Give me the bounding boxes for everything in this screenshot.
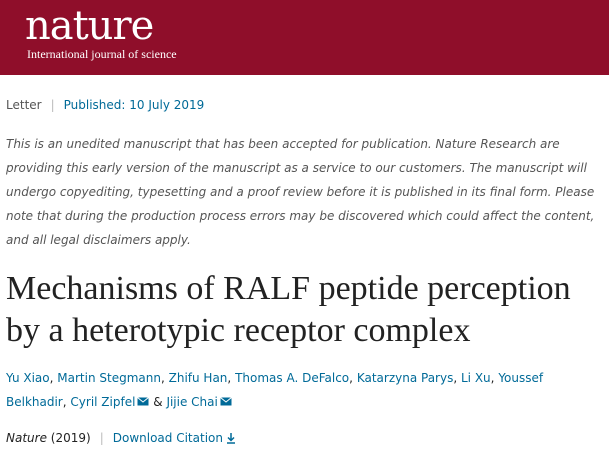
title-line-1: Mechanisms of RALF peptide perception bbox=[6, 270, 571, 307]
article-meta: Letter | Published: 10 July 2019 bbox=[6, 96, 204, 114]
author-list: Yu Xiao, Martin Stegmann, Zhifu Han, Tho… bbox=[6, 366, 606, 414]
published-date: Published: 10 July 2019 bbox=[63, 98, 205, 112]
author-separator: , bbox=[49, 371, 54, 385]
mail-icon[interactable] bbox=[137, 397, 150, 406]
article-title: Mechanisms of RALF peptide perception by… bbox=[6, 268, 606, 352]
author-separator: , bbox=[453, 371, 458, 385]
author-separator: , bbox=[160, 371, 165, 385]
download-citation-label: Download Citation bbox=[112, 431, 223, 445]
author-link[interactable]: Martin Stegmann bbox=[57, 371, 161, 385]
journal-tagline: International journal of science bbox=[27, 47, 177, 61]
nature-logo[interactable]: nature bbox=[25, 2, 154, 50]
author-link[interactable]: Cyril Zipfel bbox=[70, 395, 135, 409]
citation-row: Nature (2019) | Download Citation bbox=[6, 428, 236, 448]
article-type: Letter bbox=[6, 98, 42, 112]
download-icon bbox=[226, 432, 235, 444]
author-separator: , bbox=[227, 371, 232, 385]
author-link[interactable]: Li Xu bbox=[461, 371, 491, 385]
author-separator: , bbox=[349, 371, 353, 385]
author-separator: , bbox=[62, 395, 67, 409]
author-link[interactable]: Katarzyna Parys bbox=[357, 371, 454, 385]
masthead: nature International journal of science bbox=[0, 0, 609, 75]
author-link[interactable]: Jijie Chai bbox=[166, 395, 217, 409]
author-separator: , bbox=[490, 371, 495, 385]
meta-separator: | bbox=[50, 98, 55, 112]
manuscript-disclaimer: This is an unedited manuscript that has … bbox=[6, 137, 595, 247]
author-link[interactable]: Zhifu Han bbox=[169, 371, 228, 385]
mail-icon[interactable] bbox=[220, 397, 232, 406]
title-line-2: by a heterotypic receptor complex bbox=[6, 312, 471, 349]
publication-year: (2019) bbox=[50, 431, 91, 445]
journal-name: Nature bbox=[6, 431, 47, 445]
citation-separator: | bbox=[99, 431, 104, 445]
author-ampersand: & bbox=[153, 395, 163, 409]
download-citation-link[interactable]: Download Citation bbox=[113, 431, 236, 445]
author-link[interactable]: Thomas A. DeFalco bbox=[235, 371, 349, 385]
author-link[interactable]: Yu Xiao bbox=[6, 371, 50, 385]
